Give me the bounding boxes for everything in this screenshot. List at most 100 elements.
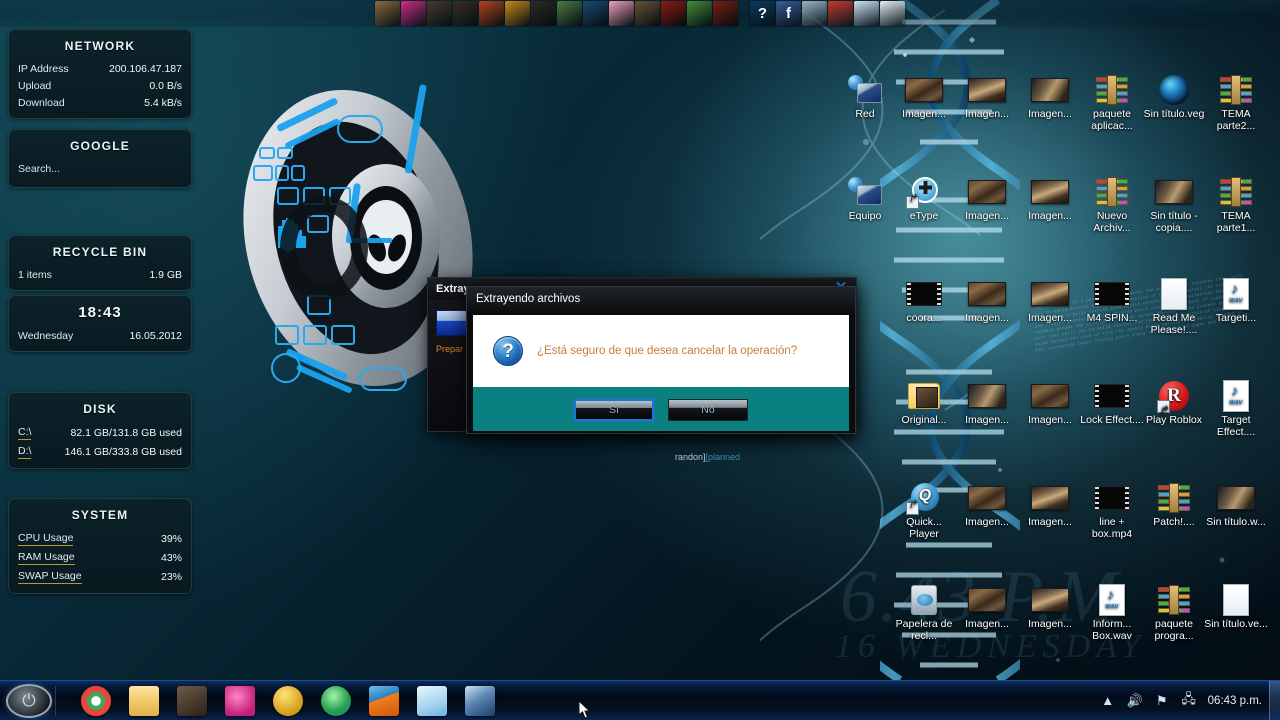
google-search-widget[interactable]: GOOGLE Search... xyxy=(8,129,192,188)
desktop-icon[interactable]: Imagen... xyxy=(955,276,1019,324)
desktop-icon[interactable]: Sin título.ve... xyxy=(1204,582,1268,630)
game-avatar-1[interactable] xyxy=(375,1,400,26)
desktop-icon[interactable]: Sin título.w... xyxy=(1204,480,1268,528)
network-download-value: 5.4 kB/s xyxy=(144,96,182,109)
network-icon[interactable]: 🖧 xyxy=(1181,691,1197,709)
game-group-icon[interactable] xyxy=(557,1,582,26)
desktop-icon[interactable]: Imagen... xyxy=(955,378,1019,426)
desktop-icon-label: Papelera de recl... xyxy=(895,618,953,642)
dialog-title: Extrayendo archivos xyxy=(476,293,581,305)
desktop-icon[interactable]: ♪ WAV Target Effect.... xyxy=(1204,378,1268,438)
chevron-up-icon[interactable]: ▲ xyxy=(1100,693,1116,709)
desktop-icon[interactable]: TEMA parte2... xyxy=(1204,72,1268,132)
media-player-icon[interactable] xyxy=(369,685,399,716)
no-button[interactable]: No xyxy=(668,399,748,421)
desktop-icon[interactable]: Sin título.veg xyxy=(1142,72,1206,120)
disk-widget: DISK C:\ 82.1 GB/131.8 GB used D:\ 146.1… xyxy=(8,392,192,469)
toolbox-icon[interactable] xyxy=(828,1,853,26)
desktop-icon[interactable]: M4 SPIN... xyxy=(1080,276,1144,324)
taskbar[interactable]: ⏻ ▲ 🔊 ⚑ 🖧 06:43 p.m. xyxy=(0,680,1280,720)
desktop-icon[interactable]: Red xyxy=(833,72,897,120)
desktop-icon[interactable]: eType xyxy=(892,174,956,222)
network-row-upload: Upload 0.0 B/s xyxy=(9,77,191,94)
game-avatar-7[interactable] xyxy=(635,1,660,26)
chrome-icon[interactable] xyxy=(81,685,111,716)
desktop-icon[interactable]: Equipo xyxy=(833,174,897,222)
desktop-icon[interactable]: line + box.mp4 xyxy=(1080,480,1144,540)
swap-usage-value: 23% xyxy=(160,570,182,583)
dialog-titlebar[interactable]: Extrayendo archivos xyxy=(467,287,855,311)
desktop-icon[interactable]: Imagen... xyxy=(955,480,1019,528)
game-avatar-2[interactable] xyxy=(401,1,426,26)
desktop-icon[interactable]: Read Me Please!.... xyxy=(1142,276,1206,336)
game-avatar-6[interactable] xyxy=(531,1,556,26)
desktop-icon[interactable]: Imagen... xyxy=(955,174,1019,222)
top-game-dock[interactable]: ? f xyxy=(0,0,1280,27)
running-app-icon[interactable] xyxy=(465,685,495,716)
desktop-icon[interactable]: Sin título - copia.... xyxy=(1142,174,1206,234)
cpu-usage-value: 39% xyxy=(160,532,182,545)
game-avatar-3[interactable] xyxy=(427,1,452,26)
gold-egg-icon[interactable] xyxy=(273,685,303,716)
desktop-icon-label: eType xyxy=(909,210,939,222)
game-app-icon[interactable] xyxy=(177,685,207,716)
desktop-icon[interactable]: Imagen... xyxy=(1018,582,1082,630)
volume-icon[interactable]: 🔊 xyxy=(1127,693,1143,709)
game-avatar-5[interactable] xyxy=(479,1,504,26)
desktop-icon[interactable]: Papelera de recl... xyxy=(892,582,956,642)
game-avatar-8[interactable] xyxy=(713,1,738,26)
monitor-icon[interactable] xyxy=(802,1,827,26)
yes-button[interactable]: Sí xyxy=(574,399,654,421)
document-icon[interactable] xyxy=(854,1,879,26)
network-widget-title: NETWORK xyxy=(64,39,136,53)
desktop-icon-label: line + box.mp4 xyxy=(1091,516,1133,540)
desktop-icon[interactable]: Original... xyxy=(892,378,956,426)
flag-icon[interactable]: ⚑ xyxy=(1154,693,1170,709)
desktop-icon[interactable]: Lock Effect.... xyxy=(1080,378,1144,426)
desktop-icon[interactable]: Imagen... xyxy=(955,72,1019,120)
desktop-icon[interactable]: RPlay Roblox xyxy=(1142,378,1206,426)
desktop-icon[interactable]: Imagen... xyxy=(892,72,956,120)
desktop-icon[interactable]: ♪ WAV Inform... Box.wav xyxy=(1080,582,1144,642)
google-search-input[interactable]: Search... xyxy=(9,160,191,180)
messenger-icon[interactable] xyxy=(321,685,351,716)
desktop-icon[interactable]: paquete progra... xyxy=(1142,582,1206,642)
explorer-icon[interactable] xyxy=(129,685,159,716)
desktop-icon[interactable]: Imagen... xyxy=(1018,174,1082,222)
notes-icon[interactable] xyxy=(417,685,447,716)
desktop-icon[interactable]: Patch!.... xyxy=(1142,480,1206,528)
taskbar-app-icons[interactable] xyxy=(81,685,495,716)
desktop-icon[interactable]: paquete aplicac... xyxy=(1080,72,1144,132)
minecraft-icon[interactable] xyxy=(687,1,712,26)
desktop-icon[interactable]: ♪ WAV Targeti... xyxy=(1204,276,1268,324)
list-icon[interactable] xyxy=(880,1,905,26)
tray-clock[interactable]: 06:43 p.m. xyxy=(1208,695,1262,707)
pink-game-icon[interactable] xyxy=(225,685,255,716)
desktop-icon[interactable]: Nuevo Archiv... xyxy=(1080,174,1144,234)
coin-icon[interactable] xyxy=(505,1,530,26)
confirm-cancel-dialog[interactable]: Extrayendo archivos ? ¿Está seguro de qu… xyxy=(466,286,856,434)
desktop-icon[interactable]: QQuick... Player xyxy=(892,480,956,540)
desktop-icon[interactable]: Imagen... xyxy=(1018,276,1082,324)
system-tray[interactable]: ▲ 🔊 ⚑ 🖧 06:43 p.m. xyxy=(1100,691,1280,709)
facebook-icon[interactable]: f xyxy=(776,1,801,26)
desktop-icon[interactable]: соога... xyxy=(892,276,956,324)
recycle-bin-widget[interactable]: RECYCLE BIN 1 items 1.9 GB xyxy=(8,235,192,291)
desktop-icon[interactable]: Imagen... xyxy=(1018,72,1082,120)
pink-circle-icon[interactable] xyxy=(609,1,634,26)
desktop-icon[interactable]: Imagen... xyxy=(955,582,1019,630)
counter-99-icon[interactable] xyxy=(583,1,608,26)
desktop-icon[interactable]: TEMA parte1... xyxy=(1204,174,1268,234)
desktop-icon-label: Imagen... xyxy=(965,414,1009,426)
game-avatar-4[interactable] xyxy=(453,1,478,26)
w-logo-icon[interactable] xyxy=(661,1,686,26)
desktop-icon[interactable]: Imagen... xyxy=(1018,480,1082,528)
desktop-icon-label: соога... xyxy=(906,312,942,324)
clock-date: 16.05.2012 xyxy=(129,329,182,342)
show-desktop-button[interactable] xyxy=(1269,681,1280,720)
desktop-icon[interactable]: Imagen... xyxy=(1018,378,1082,426)
desktop-icon-label: Equipo xyxy=(848,210,882,222)
rar-icon xyxy=(1080,174,1144,210)
start-button[interactable]: ⏻ xyxy=(6,683,52,718)
help-icon[interactable]: ? xyxy=(750,1,775,26)
